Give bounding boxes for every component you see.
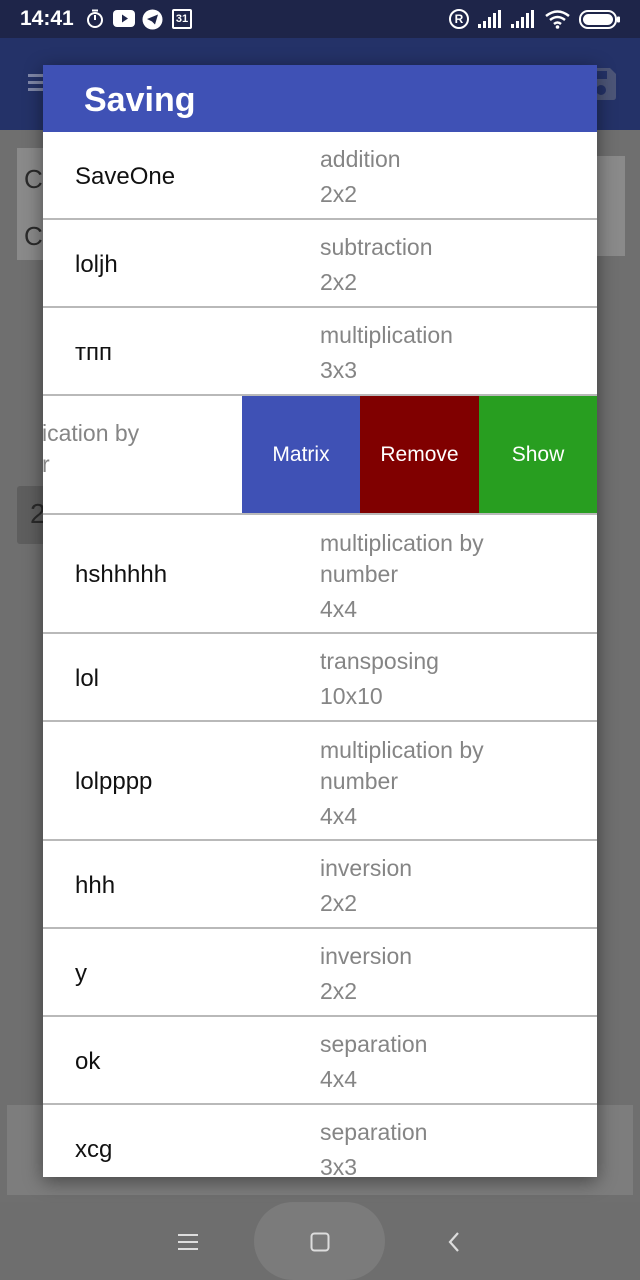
save-size: 10x10 bbox=[320, 683, 383, 709]
save-name: тпп bbox=[75, 339, 112, 366]
timer-icon bbox=[87, 9, 103, 28]
saves-list[interactable]: SaveOne addition 2x2 loljh subtraction 2… bbox=[43, 132, 597, 1177]
calendar-day: 31 bbox=[175, 13, 189, 25]
swiped-list-item[interactable]: ication by r Matrix Remove Show bbox=[43, 396, 597, 515]
swiped-item-text: ication by r bbox=[43, 418, 242, 480]
registered-icon: R bbox=[449, 9, 469, 29]
show-button[interactable]: Show bbox=[479, 396, 597, 513]
status-time: 14:41 bbox=[20, 7, 74, 30]
system-nav-bar bbox=[0, 1202, 640, 1280]
save-size: 4x4 bbox=[320, 803, 358, 829]
battery-icon bbox=[579, 10, 620, 29]
save-name: loljh bbox=[75, 251, 118, 278]
background-row-letter-1: C bbox=[24, 164, 43, 194]
save-size: 2x2 bbox=[320, 181, 358, 207]
save-info: multiplication by number 4x4 bbox=[320, 735, 580, 832]
save-name: hhh bbox=[75, 872, 116, 899]
save-info: separation 3x3 bbox=[320, 1117, 580, 1177]
list-item[interactable]: y inversion 2x2 bbox=[43, 929, 597, 1017]
save-operation-cont: number bbox=[320, 561, 398, 587]
save-name: lol bbox=[75, 665, 100, 692]
save-operation: multiplication by bbox=[320, 530, 484, 556]
list-item[interactable]: lolpppp multiplication by number 4x4 bbox=[43, 722, 597, 841]
save-operation: inversion bbox=[320, 855, 413, 881]
list-item[interactable]: ok separation 4x4 bbox=[43, 1017, 597, 1105]
signal-icon bbox=[478, 10, 501, 28]
save-operation: transposing bbox=[320, 648, 439, 674]
save-info: addition 2x2 bbox=[320, 144, 580, 210]
save-name: ok bbox=[75, 1048, 101, 1075]
matrix-button[interactable]: Matrix bbox=[242, 396, 360, 513]
save-size: 2x2 bbox=[320, 269, 358, 295]
registered-letter: R bbox=[454, 12, 464, 26]
save-name: lolpppp bbox=[75, 768, 153, 795]
list-item[interactable]: SaveOne addition 2x2 bbox=[43, 132, 597, 220]
save-size: 3x3 bbox=[320, 1154, 358, 1177]
swiped-operation-line2: r bbox=[43, 449, 241, 480]
background-row-letter-2: C bbox=[24, 221, 43, 251]
list-item[interactable]: xcg separation 3x3 bbox=[43, 1105, 597, 1177]
home-nav-icon[interactable] bbox=[310, 1232, 330, 1252]
save-info: subtraction 2x2 bbox=[320, 232, 580, 298]
save-operation: multiplication by bbox=[320, 737, 484, 763]
save-name: hshhhhh bbox=[75, 561, 168, 588]
status-bar: 14:41 31 R bbox=[0, 0, 640, 38]
save-operation: separation bbox=[320, 1119, 428, 1145]
save-size: 3x3 bbox=[320, 357, 358, 383]
save-size: 2x2 bbox=[320, 890, 358, 916]
dialog-header: Saving bbox=[43, 65, 597, 132]
save-info: separation 4x4 bbox=[320, 1029, 580, 1095]
save-info: inversion 2x2 bbox=[320, 853, 580, 919]
save-operation-cont: number bbox=[320, 768, 398, 794]
list-item[interactable]: тпп multiplication 3x3 bbox=[43, 308, 597, 396]
telegram-icon bbox=[142, 9, 163, 30]
save-operation: inversion bbox=[320, 943, 413, 969]
hamburger-menu-icon[interactable] bbox=[28, 72, 44, 92]
save-size: 4x4 bbox=[320, 1066, 358, 1092]
save-name: SaveOne bbox=[75, 163, 176, 190]
background-card-right bbox=[597, 156, 625, 256]
save-size: 4x4 bbox=[320, 596, 358, 622]
swiped-operation-line1: ication by bbox=[43, 420, 140, 446]
save-info: transposing 10x10 bbox=[320, 646, 580, 712]
dialog-title: Saving bbox=[84, 81, 196, 119]
save-operation: subtraction bbox=[320, 234, 433, 260]
save-operation: separation bbox=[320, 1031, 428, 1057]
remove-button[interactable]: Remove bbox=[360, 396, 479, 513]
signal-icon-2 bbox=[511, 10, 534, 28]
list-item[interactable]: hshhhhh multiplication by number 4x4 bbox=[43, 515, 597, 634]
save-operation: multiplication bbox=[320, 322, 453, 348]
back-nav-icon[interactable] bbox=[447, 1231, 461, 1253]
saving-dialog: Saving SaveOne addition 2x2 loljh subtra… bbox=[43, 65, 597, 1177]
save-operation: addition bbox=[320, 146, 401, 172]
list-item[interactable]: loljh subtraction 2x2 bbox=[43, 220, 597, 308]
save-name: xcg bbox=[75, 1136, 113, 1163]
save-info: multiplication 3x3 bbox=[320, 320, 580, 386]
save-info: multiplication by number 4x4 bbox=[320, 528, 580, 625]
save-info: inversion 2x2 bbox=[320, 941, 580, 1007]
menu-nav-icon[interactable] bbox=[178, 1233, 198, 1251]
youtube-icon bbox=[113, 10, 135, 27]
save-size: 2x2 bbox=[320, 978, 358, 1004]
list-item[interactable]: hhh inversion 2x2 bbox=[43, 841, 597, 929]
calendar-icon: 31 bbox=[172, 9, 192, 29]
wifi-icon bbox=[545, 10, 570, 29]
save-name: y bbox=[75, 960, 87, 987]
list-item[interactable]: lol transposing 10x10 bbox=[43, 634, 597, 722]
